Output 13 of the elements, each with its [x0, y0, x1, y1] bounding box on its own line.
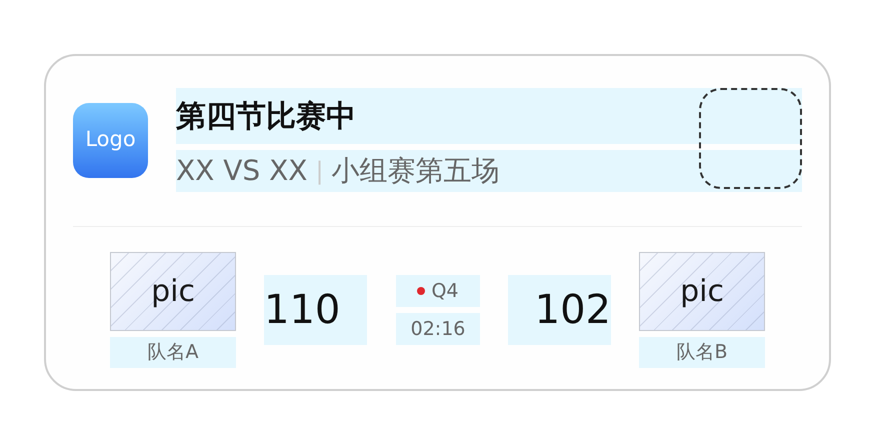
team-name: 队名A	[110, 337, 236, 368]
team-score: 110	[264, 275, 367, 345]
image-placeholder-label: pic	[151, 273, 195, 311]
stage-text: 小组赛第五场	[332, 153, 500, 189]
team-score: 102	[508, 275, 611, 345]
team-name: 队名B	[639, 337, 765, 368]
game-clock: 02:16	[396, 313, 480, 345]
logo: Logo	[73, 102, 148, 178]
match-status-title: 第四节比赛中	[176, 88, 802, 144]
separator: |	[315, 156, 324, 187]
period-text: Q4	[431, 278, 459, 304]
image-placeholder-label: pic	[680, 273, 724, 311]
matchup-text: XX VS XX	[176, 153, 308, 189]
